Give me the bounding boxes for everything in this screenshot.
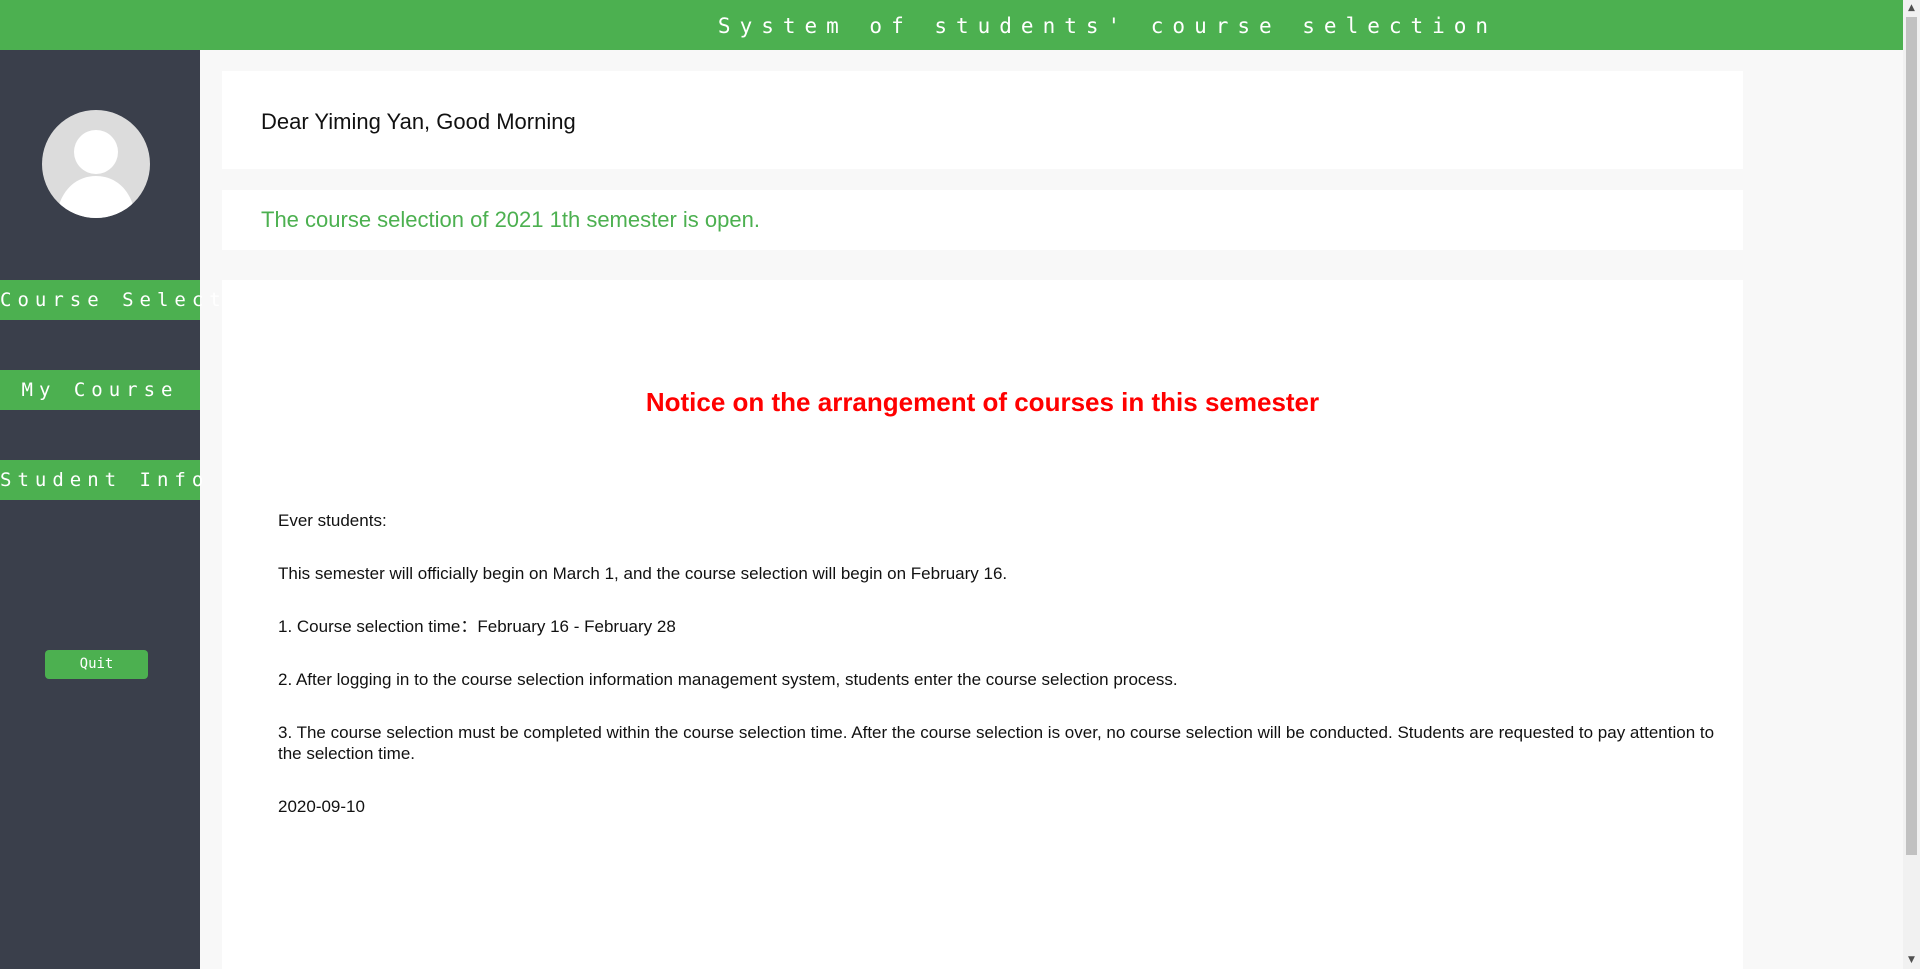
status-card: The course selection of 2021 1th semeste…	[222, 190, 1743, 250]
status-message: The course selection of 2021 1th semeste…	[261, 207, 760, 232]
app-title: System of students' course selection	[717, 14, 1498, 38]
scrollbar-thumb[interactable]	[1906, 17, 1917, 855]
notice-title: Notice on the arrangement of courses in …	[645, 387, 1320, 417]
notice-card: Notice on the arrangement of courses in …	[222, 280, 1743, 969]
user-avatar-icon[interactable]	[42, 110, 150, 218]
nav-course-select-button[interactable]: Course Select	[0, 280, 221, 320]
notice-item: 2. After logging in to the course select…	[278, 670, 1178, 689]
greeting-card: Dear Yiming Yan, Good Morning	[222, 71, 1743, 169]
notice-salutation: Ever students:	[278, 511, 387, 530]
scroll-up-arrow-icon[interactable]: ▲	[1903, 0, 1920, 17]
notice-item: 1. Course selection time：February 16 - F…	[278, 617, 676, 636]
nav-my-course-button[interactable]: My Course	[0, 370, 200, 410]
scroll-down-arrow-icon[interactable]: ▼	[1903, 952, 1920, 969]
notice-item: 3. The course selection must be complete…	[278, 723, 1715, 763]
notice-intro: This semester will officially begin on M…	[278, 564, 1008, 583]
nav-student-info-button[interactable]: Student Info	[0, 460, 203, 500]
quit-button[interactable]: Quit	[45, 650, 148, 679]
notice-date: 2020-09-10	[278, 797, 365, 816]
vertical-scrollbar[interactable]: ▲ ▼	[1903, 0, 1920, 969]
avatar-silhouette	[56, 130, 136, 218]
sidebar: Course Select My Course Student Info Qui…	[0, 50, 221, 969]
top-bar: System of students' course selection	[0, 0, 1920, 50]
greeting-text: Dear Yiming Yan, Good Morning	[261, 109, 576, 134]
